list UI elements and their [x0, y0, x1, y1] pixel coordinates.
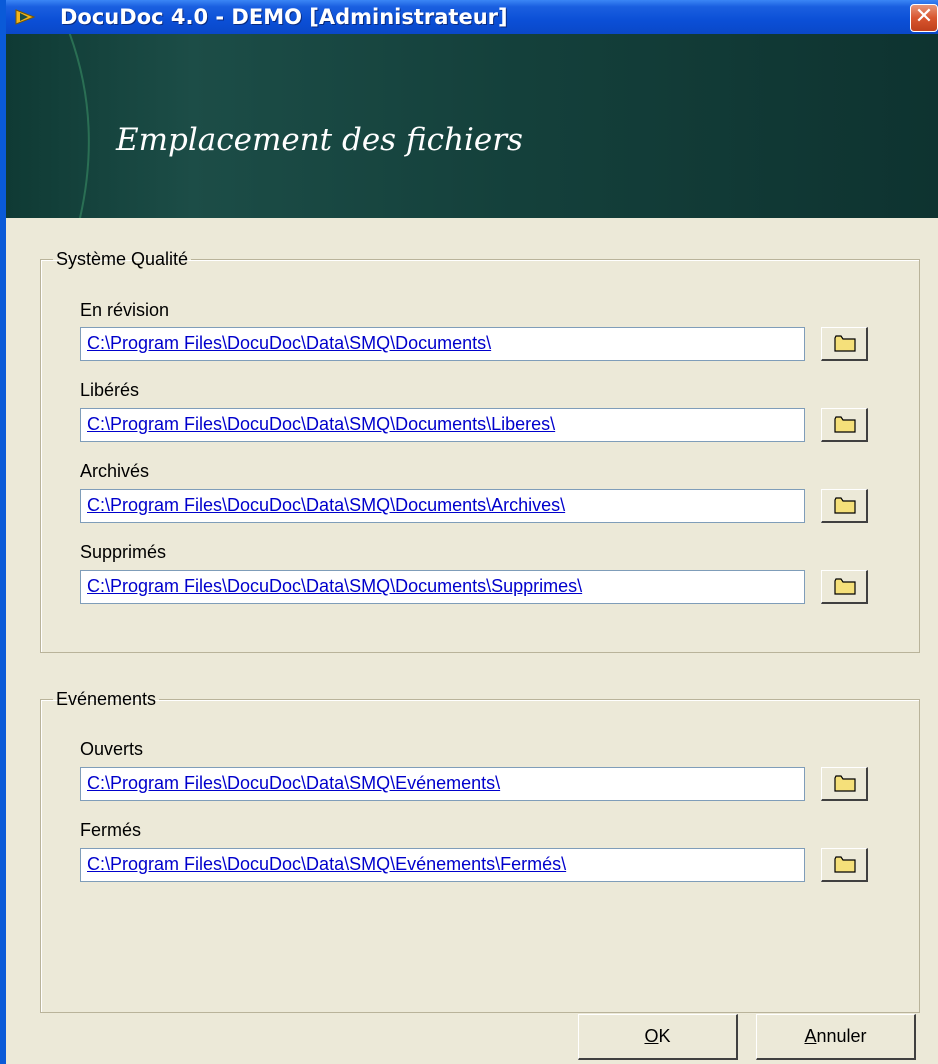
path-supprimes-input[interactable]: C:\Program Files\DocuDoc\Data\SMQ\Docume… [80, 570, 805, 604]
docudoc-app-icon [15, 9, 36, 25]
browse-archives-button[interactable] [821, 489, 868, 523]
cancel-button[interactable]: Annuler [756, 1014, 916, 1060]
browse-liberes-button[interactable] [821, 408, 868, 442]
cancel-label-rest: nnuler [816, 1026, 867, 1046]
path-liberes-input[interactable]: C:\Program Files\DocuDoc\Data\SMQ\Docume… [80, 408, 805, 442]
path-fermes-input[interactable]: C:\Program Files\DocuDoc\Data\SMQ\Evénem… [80, 848, 805, 882]
label-en-revision: En révision [80, 300, 170, 320]
close-icon: ✕ [914, 4, 934, 29]
page-title: Emplacement des fichiers [116, 122, 523, 158]
window-title: DocuDoc 4.0 - DEMO [Administrateur] [60, 5, 508, 29]
ok-mnemonic: O [644, 1026, 659, 1046]
dialog-window: DocuDoc 4.0 - DEMO [Administrateur] ✕ Em… [0, 0, 938, 1064]
folder-icon [834, 416, 856, 433]
folder-icon [834, 578, 856, 595]
label-ouverts: Ouverts [80, 739, 144, 759]
label-archives: Archivés [80, 461, 150, 481]
close-button[interactable]: ✕ [910, 4, 938, 32]
path-ouverts-input[interactable]: C:\Program Files\DocuDoc\Data\SMQ\Evénem… [80, 767, 805, 801]
label-supprimes: Supprimés [80, 542, 167, 562]
label-liberes: Libérés [80, 380, 140, 400]
folder-icon [834, 775, 856, 792]
ok-button[interactable]: OK [578, 1014, 738, 1060]
header-banner: Emplacement des fichiers [6, 34, 938, 218]
folder-icon [834, 856, 856, 873]
group-legend: Evénements [56, 689, 157, 709]
group-legend: Système Qualité [56, 249, 189, 269]
browse-ouverts-button[interactable] [821, 767, 868, 801]
ok-label-rest: K [658, 1026, 671, 1046]
browse-en-revision-button[interactable] [821, 327, 868, 361]
title-bar[interactable]: DocuDoc 4.0 - DEMO [Administrateur] ✕ [6, 0, 938, 34]
cancel-mnemonic: A [804, 1026, 817, 1046]
folder-icon [834, 335, 856, 352]
label-fermes: Fermés [80, 820, 142, 840]
folder-icon [834, 497, 856, 514]
path-archives-input[interactable]: C:\Program Files\DocuDoc\Data\SMQ\Docume… [80, 489, 805, 523]
browse-supprimes-button[interactable] [821, 570, 868, 604]
path-en-revision-input[interactable]: C:\Program Files\DocuDoc\Data\SMQ\Docume… [80, 327, 805, 361]
browse-fermes-button[interactable] [821, 848, 868, 882]
